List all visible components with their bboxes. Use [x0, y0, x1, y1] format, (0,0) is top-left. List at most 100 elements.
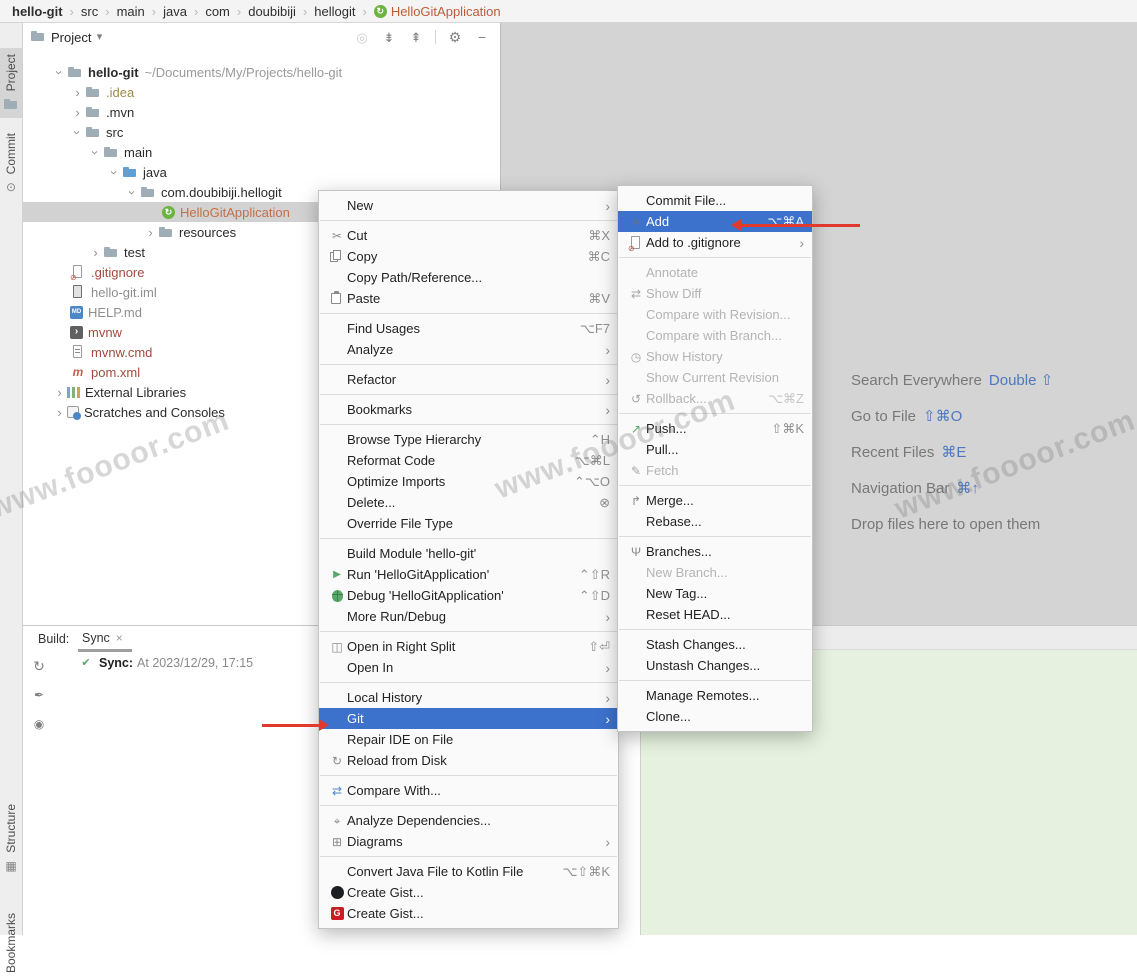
- menu-item-add[interactable]: +Add⌥⌘A: [618, 211, 812, 232]
- menu-item-icon-slot: [327, 590, 347, 602]
- menu-item-show-history[interactable]: ◷Show History: [618, 346, 812, 367]
- tool-tab-structure[interactable]: Structure ▦: [0, 798, 22, 880]
- menu-item-run-hellogitapplication[interactable]: ▶Run 'HelloGitApplication'⌃⇧R: [319, 564, 618, 585]
- menu-item-branches[interactable]: ΨBranches...: [618, 541, 812, 562]
- breadcrumb-item-java[interactable]: java: [163, 4, 187, 19]
- menu-item-analyze-dependencies[interactable]: ⌖Analyze Dependencies...: [319, 810, 618, 831]
- minimize-icon[interactable]: −: [474, 29, 490, 45]
- sync-status-time: At 2023/12/29, 17:15: [137, 656, 253, 670]
- chevron-right-icon[interactable]: ›: [70, 105, 85, 120]
- menu-item-label: Open In: [347, 660, 594, 675]
- chevron-right-icon[interactable]: ›: [70, 85, 85, 100]
- menu-item-fetch[interactable]: ✎Fetch: [618, 460, 812, 481]
- menu-item-reload-from-disk[interactable]: ↻Reload from Disk: [319, 750, 618, 771]
- breadcrumb-item-doubibiji[interactable]: doubibiji: [248, 4, 296, 19]
- menu-item-label: Clone...: [646, 709, 804, 724]
- menu-item-show-diff[interactable]: ⇄Show Diff: [618, 283, 812, 304]
- build-tab-sync[interactable]: Sync ×: [82, 631, 123, 645]
- menu-item-git[interactable]: Git›: [319, 708, 618, 729]
- menu-item-compare-with-branch[interactable]: Compare with Branch...: [618, 325, 812, 346]
- menu-item-copy[interactable]: Copy⌘C: [319, 246, 618, 267]
- menu-item-clone[interactable]: Clone...: [618, 706, 812, 727]
- eye-icon[interactable]: ◉: [31, 716, 47, 732]
- locate-icon[interactable]: ◎: [354, 29, 370, 45]
- project-caret-slot[interactable]: ▾: [91, 28, 107, 46]
- gitignore-icon: [70, 264, 86, 280]
- tree-row-main[interactable]: ›main: [22, 142, 500, 162]
- menu-separator: [320, 220, 617, 221]
- chevron-down-icon[interactable]: ›: [125, 185, 140, 200]
- menu-item-override-file-type[interactable]: Override File Type: [319, 513, 618, 534]
- menu-item-diagrams[interactable]: ⊞Diagrams›: [319, 831, 618, 852]
- menu-item-rebase[interactable]: Rebase...: [618, 511, 812, 532]
- breadcrumb-item-hellogitapplication[interactable]: ↻HelloGitApplication: [374, 4, 501, 19]
- tree-row-hello-git[interactable]: ›hello-git~/Documents/My/Projects/hello-…: [22, 62, 500, 82]
- chevron-right-icon[interactable]: ›: [88, 245, 103, 260]
- breadcrumb-item-main[interactable]: main: [117, 4, 145, 19]
- menu-item-bookmarks[interactable]: Bookmarks›: [319, 399, 618, 420]
- project-panel-title[interactable]: Project: [51, 30, 91, 45]
- menu-item-commit-file[interactable]: Commit File...: [618, 190, 812, 211]
- menu-item-build-module-hello-git[interactable]: Build Module 'hello-git': [319, 543, 618, 564]
- menu-item-annotate[interactable]: Annotate: [618, 262, 812, 283]
- breadcrumb-item-src[interactable]: src: [81, 4, 98, 19]
- tool-tab-bookmarks[interactable]: Bookmarks: [0, 907, 22, 979]
- chevron-right-icon[interactable]: ›: [52, 405, 67, 420]
- chevron-right-icon[interactable]: ›: [52, 385, 67, 400]
- menu-item-compare-with[interactable]: ⇄Compare With...: [319, 780, 618, 801]
- menu-item-convert-java-file-to-kotlin-file[interactable]: Convert Java File to Kotlin File⌥⇧⌘K: [319, 861, 618, 882]
- menu-item-add-to-gitignore[interactable]: Add to .gitignore›: [618, 232, 812, 253]
- close-icon[interactable]: ×: [116, 631, 123, 645]
- menu-item-refactor[interactable]: Refactor›: [319, 369, 618, 390]
- tool-tab-commit[interactable]: Commit ⊙: [0, 127, 22, 201]
- menu-item-label: New Tag...: [646, 586, 804, 601]
- tree-row-idea[interactable]: ›.idea: [22, 82, 500, 102]
- breadcrumb-item-hellogit[interactable]: hellogit: [314, 4, 355, 19]
- chevron-down-icon[interactable]: ›: [52, 65, 67, 80]
- menu-item-create-gist[interactable]: Create Gist...: [319, 882, 618, 903]
- menu-item-more-run-debug[interactable]: More Run/Debug›: [319, 606, 618, 627]
- menu-item-analyze[interactable]: Analyze›: [319, 339, 618, 360]
- menu-item-delete[interactable]: Delete...⊗: [319, 492, 618, 513]
- menu-item-open-in-right-split[interactable]: ◫Open in Right Split⇧⏎: [319, 636, 618, 657]
- menu-item-local-history[interactable]: Local History›: [319, 687, 618, 708]
- menu-separator: [320, 424, 617, 425]
- tree-row-java[interactable]: ›java: [22, 162, 500, 182]
- chevron-down-icon[interactable]: ›: [88, 145, 103, 160]
- menu-item-paste[interactable]: Paste⌘V: [319, 288, 618, 309]
- menu-item-merge[interactable]: ↱Merge...: [618, 490, 812, 511]
- split-icon: ◫: [329, 639, 345, 655]
- menu-item-repair-ide-on-file[interactable]: Repair IDE on File: [319, 729, 618, 750]
- tool-tab-project[interactable]: Project: [0, 48, 22, 118]
- tree-row-mvn[interactable]: ›.mvn: [22, 102, 500, 122]
- menu-item-reset-head[interactable]: Reset HEAD...: [618, 604, 812, 625]
- refresh-icon[interactable]: ↻: [31, 658, 47, 674]
- gear-icon[interactable]: ⚙: [447, 29, 463, 45]
- menu-item-stash-changes[interactable]: Stash Changes...: [618, 634, 812, 655]
- breadcrumb-item-hello-git[interactable]: hello-git: [12, 4, 63, 19]
- menu-item-open-in[interactable]: Open In›: [319, 657, 618, 678]
- menu-item-copy-path-reference[interactable]: Copy Path/Reference...: [319, 267, 618, 288]
- expand-all-icon[interactable]: ⇟: [381, 29, 397, 45]
- tree-row-src[interactable]: ›src: [22, 122, 500, 142]
- menu-item-find-usages[interactable]: Find Usages⌥F7: [319, 318, 618, 339]
- menu-item-show-current-revision[interactable]: Show Current Revision: [618, 367, 812, 388]
- submenu-arrow-icon: ›: [600, 609, 610, 625]
- sync-status-title: Sync:: [99, 656, 133, 670]
- menu-item-compare-with-revision[interactable]: Compare with Revision...: [618, 304, 812, 325]
- menu-item-new-tag[interactable]: New Tag...: [618, 583, 812, 604]
- menu-item-new[interactable]: New›: [319, 195, 618, 216]
- menu-item-debug-hellogitapplication[interactable]: Debug 'HelloGitApplication'⌃⇧D: [319, 585, 618, 606]
- pin-icon[interactable]: ✒: [31, 687, 47, 703]
- menu-item-unstash-changes[interactable]: Unstash Changes...: [618, 655, 812, 676]
- menu-item-create-gist[interactable]: GCreate Gist...: [319, 903, 618, 924]
- chevron-right-icon[interactable]: ›: [143, 225, 158, 240]
- chevron-down-icon[interactable]: ›: [107, 165, 122, 180]
- breadcrumb-item-com[interactable]: com: [205, 4, 230, 19]
- collapse-all-icon[interactable]: ⇞: [408, 29, 424, 45]
- menu-item-manage-remotes[interactable]: Manage Remotes...: [618, 685, 812, 706]
- menu-item-new-branch[interactable]: New Branch...: [618, 562, 812, 583]
- menu-item-icon-slot: ⇄: [327, 783, 347, 799]
- chevron-down-icon[interactable]: ›: [70, 125, 85, 140]
- menu-item-cut[interactable]: ✂Cut⌘X: [319, 225, 618, 246]
